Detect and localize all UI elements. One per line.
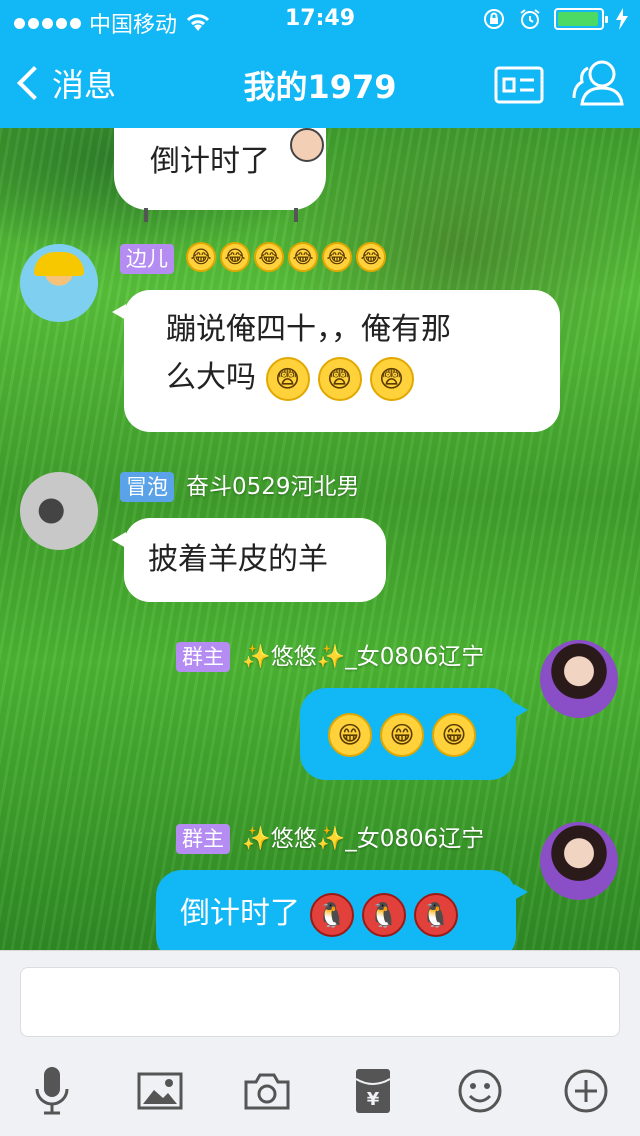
message-bubble[interactable]: 蹦说俺四十，，俺有那 么大吗 😨 😨 😨 (112, 290, 560, 432)
battery-icon (554, 8, 608, 30)
penguin-emoji-icon: 🐧 (413, 892, 458, 937)
microphone-button[interactable] (22, 1061, 82, 1121)
image-icon (137, 1072, 183, 1110)
grinning-emoji-icon: 😁 (380, 712, 424, 757)
input-panel: ¥ (0, 950, 640, 1136)
charging-icon (616, 8, 628, 30)
alarm-icon (520, 9, 540, 29)
input-toolbar: ¥ (0, 1061, 640, 1121)
message-bubble[interactable]: 披着羊皮的羊 (112, 518, 386, 602)
avatar[interactable] (20, 244, 98, 322)
penguin-emoji-icon: 🐧 (361, 892, 406, 937)
svg-text:¥: ¥ (367, 1089, 380, 1110)
member-badge: 冒泡 (120, 472, 174, 502)
laughing-tears-emoji-icon: 😂 (220, 242, 250, 272)
image-button[interactable] (130, 1061, 190, 1121)
laughing-tears-emoji-icon: 😂 (356, 242, 386, 272)
emoji-button[interactable] (450, 1061, 510, 1121)
laughing-tears-emoji-icon: 😂 (322, 242, 352, 272)
sticker-face-icon (290, 128, 324, 162)
camera-icon (244, 1073, 290, 1110)
message-bubble[interactable]: 😁 😁 😁 (300, 688, 528, 780)
message-text: 披着羊皮的羊 (148, 542, 328, 577)
top-bar: 中国移动 17:49 消息 我的1979 (0, 0, 640, 128)
chat-area[interactable]: 倒计时了 边儿 😂 😂 😂 😂 😂 😂 蹦说俺四十，，俺有那 么大吗 😨 😨 😨 冒泡 奋斗0… (0, 128, 640, 950)
nickname: ✨悠悠✨_女0806辽宁 (242, 644, 485, 670)
avatar[interactable] (540, 822, 618, 900)
laughing-tears-emoji-icon: 😂 (288, 242, 318, 272)
nav-bar: 消息 我的1979 (0, 40, 640, 128)
shocked-emoji-icon: 😨 (369, 356, 414, 401)
microphone-icon (35, 1067, 69, 1115)
rotation-lock-icon (484, 9, 504, 29)
plus-icon (564, 1069, 608, 1113)
page-title: 我的1979 (243, 68, 397, 106)
group-members-icon[interactable] (572, 58, 628, 108)
emoji-icon (458, 1069, 502, 1113)
message-text: 倒计时了 (180, 896, 300, 931)
message-input[interactable] (20, 967, 620, 1037)
message-text: 倒计时了 (150, 144, 270, 179)
avatar[interactable] (20, 472, 98, 550)
shocked-emoji-icon: 😨 (317, 356, 362, 401)
member-badge: 边儿 (120, 244, 174, 274)
member-badge: 群主 (176, 642, 230, 672)
message-bubble[interactable]: 倒计时了 🐧 🐧 🐧 (156, 870, 528, 950)
penguin-emoji-icon: 🐧 (309, 892, 354, 937)
message-text: 蹦说俺四十，，俺有那 (166, 312, 451, 347)
status-bar: 中国移动 17:49 (0, 0, 640, 40)
avatar[interactable] (540, 640, 618, 718)
message-text: 么大吗 (166, 360, 256, 395)
nickname: ✨悠悠✨_女0806辽宁 (242, 826, 485, 852)
grinning-emoji-icon: 😁 (432, 712, 476, 757)
laughing-tears-emoji-icon: 😂 (186, 242, 216, 272)
nickname-emoji-row: 😂 😂 😂 😂 😂 😂 (186, 242, 390, 272)
camera-button[interactable] (237, 1061, 297, 1121)
nickname: 奋斗0529河北男 (186, 474, 360, 500)
laughing-tears-emoji-icon: 😂 (254, 242, 284, 272)
shocked-emoji-icon: 😨 (265, 356, 310, 401)
red-packet-icon: ¥ (355, 1069, 391, 1113)
grinning-emoji-icon: 😁 (328, 712, 372, 757)
more-button[interactable] (556, 1061, 616, 1121)
member-badge: 群主 (176, 824, 230, 854)
group-card-icon[interactable] (494, 66, 544, 104)
red-packet-button[interactable]: ¥ (343, 1061, 403, 1121)
